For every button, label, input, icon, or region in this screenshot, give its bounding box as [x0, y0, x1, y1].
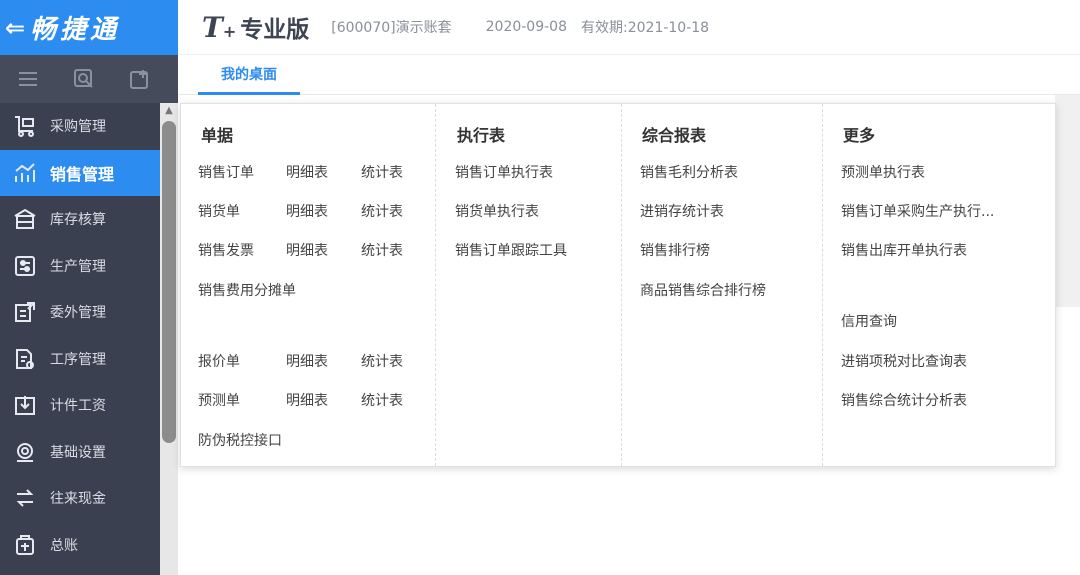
sidebar-item-process[interactable]: 工序管理: [0, 336, 160, 383]
sidebar-item-label: 计件工资: [50, 398, 106, 415]
link-quotation-stats[interactable]: 统计表: [361, 351, 403, 371]
link-outbound-invoice[interactable]: 销售出库开单执行表: [841, 240, 967, 260]
account-label: [600070]演示账套: [331, 20, 452, 36]
scrollbar-thumb[interactable]: [162, 121, 176, 443]
link-delivery-detail[interactable]: 明细表: [286, 201, 328, 221]
link-quotation-detail[interactable]: 明细表: [286, 351, 328, 371]
link-order-tracking[interactable]: 销售订单跟踪工具: [455, 240, 567, 260]
top-header: T + 专业版 [600070]演示账套 2020-09-08 有效期:2021…: [178, 0, 1080, 55]
sidebar-item-label: 生产管理: [50, 258, 106, 275]
link-order-production[interactable]: 销售订单采购生产执行...: [841, 201, 994, 221]
sidebar-item-label: 往来现金: [50, 491, 106, 508]
link-quotation[interactable]: 报价单: [198, 351, 240, 371]
brand-name: 畅捷通: [30, 15, 121, 45]
back-arrow-icon[interactable]: ⇐: [0, 14, 30, 42]
tab-my-desktop[interactable]: 我的桌面: [198, 55, 300, 95]
product-t: T: [202, 11, 223, 44]
validity-date: 有效期:2021-10-18: [581, 20, 710, 36]
content-edge: [1055, 95, 1080, 307]
link-order-execution[interactable]: 销售订单执行表: [455, 162, 553, 182]
menu-icon[interactable]: [0, 70, 56, 88]
inventory-icon: [0, 208, 50, 230]
brand-bar[interactable]: ⇐ 畅捷通: [0, 0, 178, 55]
link-expense-allocation[interactable]: 销售费用分摊单: [198, 280, 296, 300]
execution-title: 执行表: [457, 126, 506, 145]
sidebar-item-label: 采购管理: [50, 119, 106, 136]
settings-icon: [0, 441, 50, 463]
add-icon[interactable]: [112, 69, 168, 89]
app-root: ⇐ 畅捷通 采购管理 销售管理 库存核算 生产管理 委外管理 工序管理 计件工资…: [0, 0, 1080, 575]
sidebar-menu: 采购管理 销售管理 库存核算 生产管理 委外管理 工序管理 计件工资 基础设置 …: [0, 103, 160, 568]
documents-column: 单据 销售订单 明细表 统计表 销货单 明细表 统计表 销售发票 明细表 统计表…: [181, 104, 435, 466]
link-forecast[interactable]: 预测单: [198, 390, 240, 410]
more-column: 更多 预测单执行表 销售订单采购生产执行... 销售出库开单执行表 信用查询 进…: [822, 104, 1057, 466]
link-delivery-execution[interactable]: 销货单执行表: [455, 201, 539, 221]
link-sales-order-stats[interactable]: 统计表: [361, 162, 403, 182]
sidebar-item-cash[interactable]: 往来现金: [0, 475, 160, 522]
process-icon: [0, 348, 50, 370]
exchange-icon: [0, 487, 50, 509]
sidebar-item-label: 库存核算: [50, 212, 106, 229]
link-tax-interface[interactable]: 防伪税控接口: [198, 430, 282, 450]
link-forecast-stats[interactable]: 统计表: [361, 390, 403, 410]
sidebar-item-label: 总账: [50, 537, 78, 554]
documents-title: 单据: [201, 126, 234, 145]
outsource-icon: [0, 301, 50, 323]
link-tax-comparison[interactable]: 进销项税对比查询表: [841, 351, 967, 371]
login-date: 2020-09-08: [485, 19, 567, 35]
sidebar-toolbar: [0, 55, 178, 103]
product-plus: +: [222, 22, 237, 41]
sidebar-scrollbar[interactable]: ▲: [160, 103, 178, 575]
sidebar-item-sales[interactable]: 销售管理: [0, 149, 160, 196]
sales-menu-panel: 单据 销售订单 明细表 统计表 销货单 明细表 统计表 销售发票 明细表 统计表…: [180, 103, 1056, 467]
sidebar-item-settings[interactable]: 基础设置: [0, 429, 160, 476]
tab-bar: 我的桌面: [178, 55, 1080, 95]
link-product-ranking[interactable]: 商品销售综合排行榜: [640, 280, 766, 300]
sidebar-item-purchase[interactable]: 采购管理: [0, 103, 160, 150]
sidebar-item-label: 工序管理: [50, 351, 106, 368]
reports-column: 综合报表 销售毛利分析表 进销存统计表 销售排行榜 商品销售综合排行榜: [621, 104, 822, 466]
link-sales-ranking[interactable]: 销售排行榜: [640, 240, 710, 260]
sidebar-item-piecework[interactable]: 计件工资: [0, 382, 160, 429]
link-credit-query[interactable]: 信用查询: [841, 311, 897, 331]
link-sales-analysis[interactable]: 销售综合统计分析表: [841, 390, 967, 410]
product-logo: T + 专业版: [202, 10, 309, 44]
ledger-icon: [0, 534, 50, 556]
sidebar-item-outsource[interactable]: 委外管理: [0, 289, 160, 336]
link-delivery[interactable]: 销货单: [198, 201, 240, 221]
link-forecast-detail[interactable]: 明细表: [286, 390, 328, 410]
execution-column: 执行表 销售订单执行表 销货单执行表 销售订单跟踪工具: [435, 104, 621, 466]
sales-chart-icon: [0, 162, 50, 184]
sidebar-item-inventory[interactable]: 库存核算: [0, 196, 160, 243]
sidebar-item-label: 委外管理: [50, 305, 106, 322]
sidebar-item-production[interactable]: 生产管理: [0, 243, 160, 290]
sidebar-item-label: 基础设置: [50, 444, 106, 461]
production-icon: [0, 255, 50, 277]
link-invoice-detail[interactable]: 明细表: [286, 240, 328, 260]
link-gross-profit[interactable]: 销售毛利分析表: [640, 162, 738, 182]
link-forecast-execution[interactable]: 预测单执行表: [841, 162, 925, 182]
reports-title: 综合报表: [642, 126, 707, 145]
cart-icon: [0, 115, 50, 138]
sidebar-item-ledger[interactable]: 总账: [0, 522, 160, 569]
product-edition: 专业版: [240, 17, 310, 43]
more-title: 更多: [843, 126, 876, 145]
link-stock-stats[interactable]: 进销存统计表: [640, 201, 724, 221]
search-icon[interactable]: [56, 69, 112, 89]
scroll-up-icon[interactable]: ▲: [160, 103, 178, 119]
link-delivery-stats[interactable]: 统计表: [361, 201, 403, 221]
link-invoice[interactable]: 销售发票: [198, 240, 254, 260]
link-invoice-stats[interactable]: 统计表: [361, 240, 403, 260]
sidebar: ⇐ 畅捷通 采购管理 销售管理 库存核算 生产管理 委外管理 工序管理 计件工资…: [0, 0, 178, 575]
link-sales-order-detail[interactable]: 明细表: [286, 162, 328, 182]
sidebar-item-label: 销售管理: [50, 164, 115, 184]
link-sales-order[interactable]: 销售订单: [198, 162, 254, 182]
piecework-icon: [0, 394, 50, 416]
